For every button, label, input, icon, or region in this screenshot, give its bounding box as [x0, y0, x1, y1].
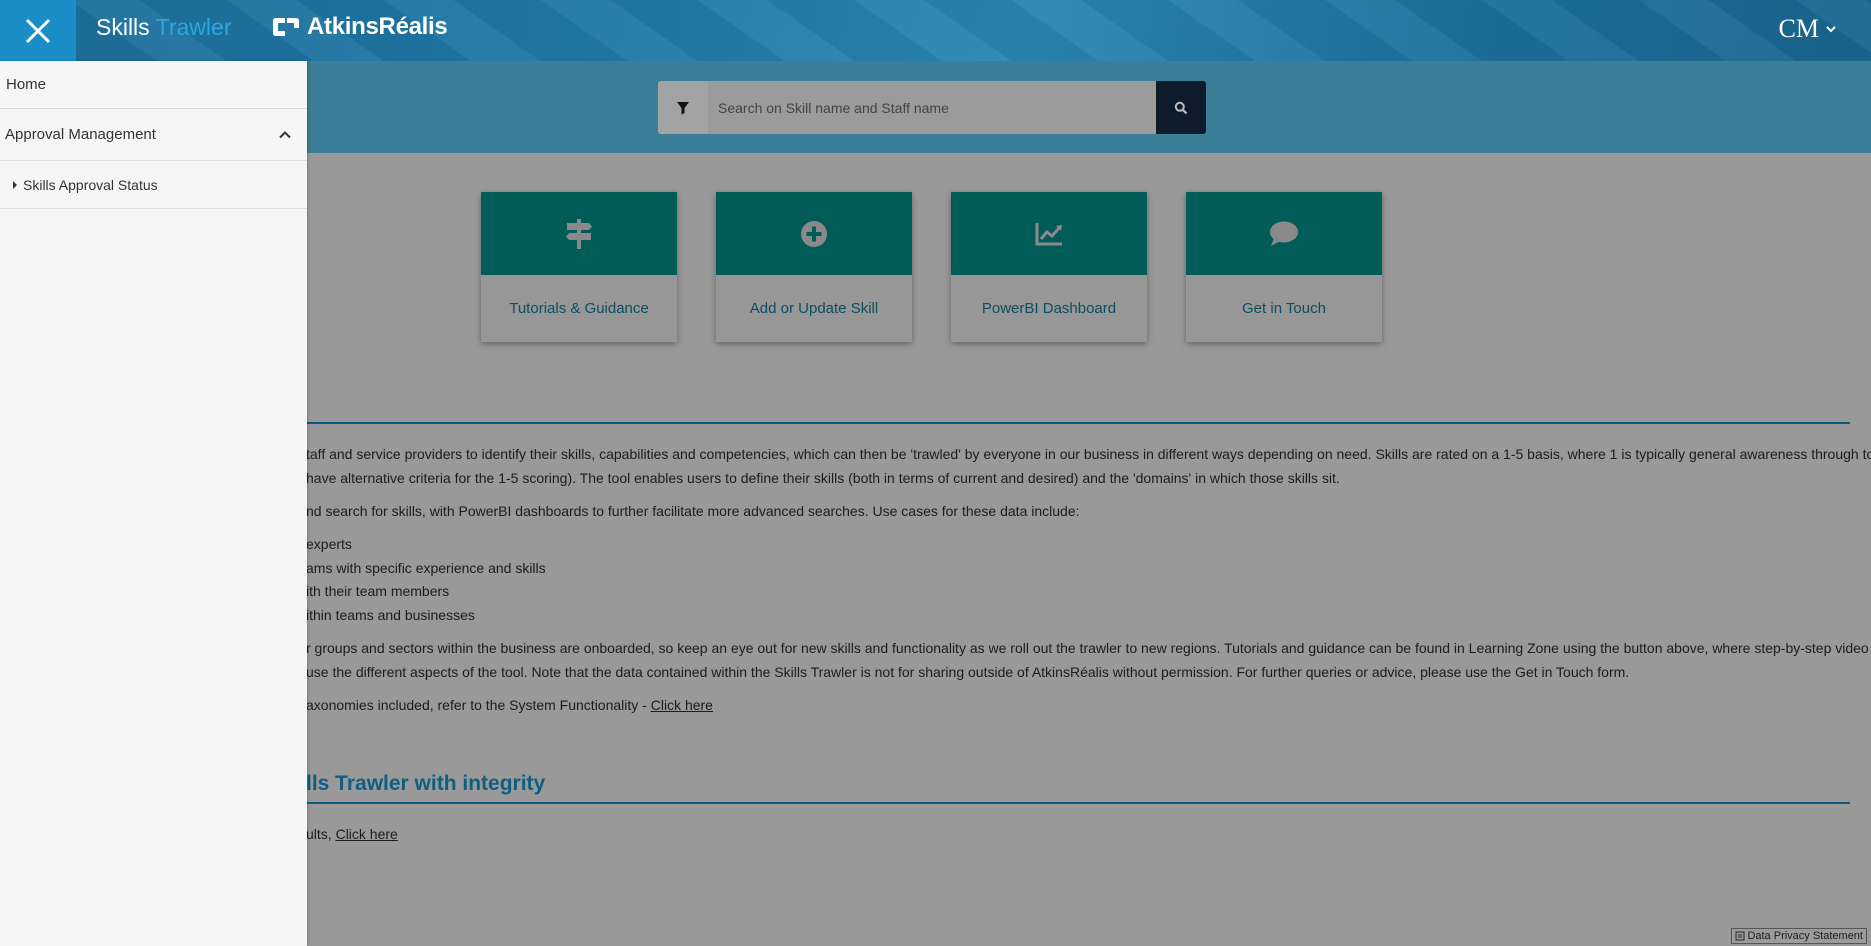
text-line: use the different aspects of the tool. N… [306, 663, 1630, 680]
filter-button[interactable] [658, 81, 708, 134]
brand-primary: Skills [96, 14, 150, 40]
text-line: r groups and sectors within the business… [306, 640, 1869, 656]
intro-paragraph: taff and service providers to identify t… [306, 443, 1871, 490]
card-icon-area [951, 192, 1147, 275]
text-line: have alternative criteria for the 1-5 sc… [306, 469, 1340, 486]
text-line: ults, [306, 826, 336, 842]
chevron-down-icon [1826, 26, 1836, 33]
privacy-label: Data Privacy Statement [1747, 930, 1863, 942]
caret-right-icon [13, 180, 17, 189]
search-icon [1174, 101, 1188, 114]
card-add-update-skill[interactable]: Add or Update Skill [716, 192, 912, 342]
brand-accent: Trawler [155, 14, 232, 40]
card-label: Add or Update Skill [749, 300, 879, 317]
sidebar-item-home[interactable]: Home [0, 61, 307, 109]
integrity-heading: lls Trawler with integrity [306, 772, 546, 795]
sidebar-item-label: Skills Approval Status [23, 176, 158, 193]
document-icon [1735, 931, 1745, 941]
card-tutorials-guidance[interactable]: Tutorials & Guidance [481, 192, 677, 342]
list-item: experts [306, 536, 352, 552]
sidebar-group-label: Approval Management [5, 126, 156, 143]
text-line: taff and service providers to identify t… [306, 446, 1871, 462]
card-label: PowerBI Dashboard [981, 300, 1117, 317]
list-item: ams with specific experience and skills [306, 559, 546, 576]
speech-bubble-icon [1270, 221, 1298, 246]
sidebar-group-approval-management[interactable]: Approval Management [0, 109, 307, 161]
card-label: Tutorials & Guidance [509, 300, 649, 317]
top-header: Skills Trawler AtkinsRéalis CM [0, 0, 1871, 61]
data-privacy-statement-link[interactable]: Data Privacy Statement [1731, 928, 1867, 944]
system-functionality-link[interactable]: Click here [651, 697, 713, 713]
list-item: ithin teams and businesses [306, 606, 475, 623]
signpost-icon [566, 218, 592, 249]
close-menu-button[interactable] [0, 0, 76, 61]
search-input[interactable] [708, 81, 1156, 134]
taxonomy-paragraph: axonomies included, refer to the System … [306, 694, 713, 718]
quick-links: Tutorials & Guidance Add or Update Skill… [481, 192, 1382, 342]
sidebar-item-label: Home [6, 76, 47, 93]
search-button[interactable] [1156, 81, 1206, 134]
card-powerbi-dashboard[interactable]: PowerBI Dashboard [951, 192, 1147, 342]
list-item: ith their team members [306, 583, 450, 599]
use-case-list: experts ams with specific experience and… [306, 533, 546, 627]
user-menu[interactable]: CM [1779, 14, 1837, 44]
user-initials: CM [1778, 14, 1819, 43]
plus-circle-icon [801, 220, 827, 247]
card-icon-area [716, 192, 912, 275]
logo-text: AtkinsRéalis [307, 13, 448, 40]
app-brand[interactable]: Skills Trawler [96, 14, 231, 41]
usage-paragraph: nd search for skills, with PowerBI dashb… [306, 503, 1080, 519]
card-icon-area [1186, 192, 1382, 275]
integrity-paragraph: ults, Click here [306, 823, 398, 847]
logo-mark-icon [273, 18, 299, 36]
card-label: Get in Touch [1242, 300, 1326, 317]
card-icon-area [481, 192, 677, 275]
section-divider [306, 422, 1850, 424]
integrity-link[interactable]: Click here [336, 826, 398, 842]
section-divider [306, 802, 1850, 804]
search-bar [658, 81, 1206, 134]
card-get-in-touch[interactable]: Get in Touch [1186, 192, 1382, 342]
sidebar-item-skills-approval-status[interactable]: Skills Approval Status [0, 161, 307, 209]
chevron-up-icon [279, 131, 291, 139]
rollout-paragraph: r groups and sectors within the business… [306, 637, 1869, 684]
company-logo: AtkinsRéalis [271, 13, 448, 41]
side-navigation: Home Approval Management Skills Approval… [0, 61, 307, 946]
close-icon [25, 18, 51, 43]
filter-icon [677, 101, 689, 114]
text-line: axonomies included, refer to the System … [306, 697, 651, 713]
line-chart-icon [1035, 222, 1062, 245]
